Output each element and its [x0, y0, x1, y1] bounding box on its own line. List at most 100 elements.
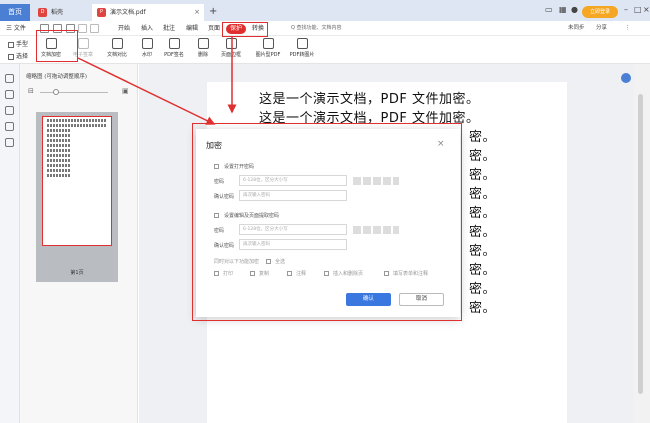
- document-text-line: 密。: [469, 130, 497, 145]
- thumbnail-page-preview[interactable]: [42, 116, 112, 246]
- vertical-scrollbar[interactable]: [634, 64, 650, 423]
- hand-tool-label: 手型: [16, 41, 29, 48]
- thumbnail-panel: 缩略图 (可拖动调整顺序) ⊟ ▣ 第1页: [20, 64, 138, 423]
- insert-delete-checkbox[interactable]: [324, 271, 329, 276]
- print-checkbox[interactable]: [214, 271, 219, 276]
- menu-protect[interactable]: 保护: [226, 24, 247, 34]
- pdf-sign-label: PDF签名: [164, 52, 184, 58]
- image-pdf-label: 图片型PDF: [255, 52, 281, 58]
- ribbon-toolbar: 手型 选择 文档加密 电子签章 文档对比 水印 PDF签名 删除 页面边框 图片…: [0, 36, 650, 64]
- user-avatar-icon[interactable]: ●: [571, 5, 578, 15]
- open-password-checkbox[interactable]: [214, 164, 219, 169]
- close-window-icon[interactable]: ×: [643, 5, 650, 15]
- annotation-list-icon[interactable]: [5, 106, 14, 115]
- maximize-icon[interactable]: □: [634, 5, 642, 15]
- image-pdf-icon: [262, 38, 274, 49]
- hand-icon: [8, 41, 14, 48]
- open-password-label: 设置打开密码: [224, 164, 255, 170]
- page-border-button[interactable]: 页面边框: [217, 38, 245, 58]
- hand-tool[interactable]: 手型: [8, 39, 28, 48]
- watermark-label: 水印: [141, 52, 152, 58]
- print-icon[interactable]: [66, 24, 75, 33]
- doc-compare-button[interactable]: 文档对比: [103, 38, 131, 58]
- pdf-file-icon: P: [97, 8, 106, 17]
- pdf-to-image-label: PDF转图片: [289, 52, 315, 58]
- tab-docer[interactable]: D 稻壳: [33, 4, 91, 21]
- lock-document-icon: [45, 38, 57, 49]
- pdf-sign-button[interactable]: PDF签名: [161, 38, 187, 58]
- menu-edit[interactable]: 编辑: [186, 21, 198, 36]
- login-button[interactable]: 立即登录: [582, 6, 618, 18]
- open-password-input[interactable]: 6-128位，区分大小写: [239, 175, 347, 186]
- page-border-icon: [225, 38, 237, 49]
- dialog-close-icon[interactable]: ×: [437, 139, 445, 149]
- menu-start[interactable]: 开始: [118, 21, 130, 36]
- doc-encrypt-button[interactable]: 文档加密: [38, 38, 64, 58]
- dialog-title: 加密: [206, 141, 222, 150]
- menu-comment[interactable]: 批注: [163, 21, 175, 36]
- attachment-icon[interactable]: [5, 122, 14, 131]
- password-label: 密码: [214, 179, 225, 185]
- allow-functions-label: 同时对以下功能加密: [214, 259, 260, 265]
- document-text-line: 密。: [469, 244, 497, 259]
- select-all-checkbox[interactable]: [266, 259, 271, 264]
- document-text-line: 这是一个演示文档，PDF 文件加密。: [259, 111, 480, 126]
- confirm-password-label: 确认密码: [214, 194, 235, 200]
- image-icon[interactable]: ▣: [122, 87, 129, 95]
- cursor-icon: [8, 53, 14, 60]
- signature-panel-icon[interactable]: [5, 138, 14, 147]
- edit-confirm-input[interactable]: 再次输入密码: [239, 239, 347, 250]
- pdf-to-image-button[interactable]: PDF转图片: [287, 38, 317, 58]
- tab-document-label: 演示文档.pdf: [110, 9, 146, 16]
- fill-form-checkbox[interactable]: [384, 271, 389, 276]
- redo-icon[interactable]: [90, 24, 99, 33]
- redact-button[interactable]: 删除: [193, 38, 213, 58]
- save-icon[interactable]: [53, 24, 62, 33]
- menu-convert[interactable]: 转换: [252, 21, 264, 36]
- tab-document[interactable]: P 演示文档.pdf ×: [92, 4, 204, 21]
- unsynced-status[interactable]: 未同步: [568, 21, 585, 36]
- select-tool[interactable]: 选择: [8, 51, 28, 60]
- edit-password-strength-meter: [353, 226, 399, 234]
- menu-page[interactable]: 页面: [208, 21, 220, 36]
- document-text-line: 密。: [469, 187, 497, 202]
- thumbnail-page-label: 第1页: [70, 270, 84, 276]
- window-layout-icon[interactable]: ▭: [545, 5, 553, 15]
- command-search[interactable]: Q 查找功能、文档内容: [291, 21, 342, 36]
- more-menu-icon[interactable]: ⋮: [625, 21, 631, 36]
- menu-file[interactable]: 三 文件: [6, 21, 26, 36]
- e-sign-button[interactable]: 电子签章: [70, 38, 96, 58]
- scroll-thumb[interactable]: [638, 94, 643, 394]
- close-tab-icon[interactable]: ×: [194, 4, 200, 21]
- thumbnail-zoom-slider[interactable]: ⊟ ▣: [28, 87, 132, 95]
- thumbnail-panel-title: 缩略图 (可拖动调整顺序): [26, 74, 88, 80]
- edit-password-input[interactable]: 6-128位，区分大小写: [239, 224, 347, 235]
- copy-checkbox[interactable]: [250, 271, 255, 276]
- menu-insert[interactable]: 插入: [141, 21, 153, 36]
- zoom-knob[interactable]: [53, 89, 59, 95]
- cancel-button[interactable]: 取消: [399, 293, 444, 306]
- open-folder-icon[interactable]: [40, 24, 49, 33]
- floating-assistant-icon[interactable]: [621, 73, 631, 83]
- e-sign-label: 电子签章: [72, 52, 93, 58]
- annotate-checkbox[interactable]: [287, 271, 292, 276]
- image-pdf-button[interactable]: 图片型PDF: [253, 38, 283, 58]
- grid-apps-icon[interactable]: ▦: [559, 5, 567, 15]
- compare-icon: [111, 38, 123, 49]
- watermark-button[interactable]: 水印: [136, 38, 158, 58]
- menu-bar: 三 文件 开始 插入 批注 编辑 页面 保护 转换 Q 查找功能、文档内容 未同…: [0, 21, 650, 36]
- new-tab-button[interactable]: +: [209, 6, 217, 18]
- confirm-button[interactable]: 确认: [346, 293, 391, 306]
- open-confirm-input[interactable]: 再次输入密码: [239, 190, 347, 201]
- share-button[interactable]: 分享: [596, 21, 607, 36]
- bookmark-icon[interactable]: [5, 90, 14, 99]
- minimize-icon[interactable]: –: [624, 5, 628, 15]
- zoom-out-icon[interactable]: ⊟: [28, 87, 34, 95]
- edit-password-checkbox[interactable]: [214, 213, 219, 218]
- thumbnail-view-icon[interactable]: [5, 74, 14, 83]
- zoom-track[interactable]: [40, 92, 108, 93]
- tab-docer-label: 稻壳: [51, 9, 64, 16]
- page-thumbnail[interactable]: 第1页: [36, 112, 118, 282]
- tab-home[interactable]: 首页: [0, 4, 30, 21]
- undo-icon[interactable]: [78, 24, 87, 33]
